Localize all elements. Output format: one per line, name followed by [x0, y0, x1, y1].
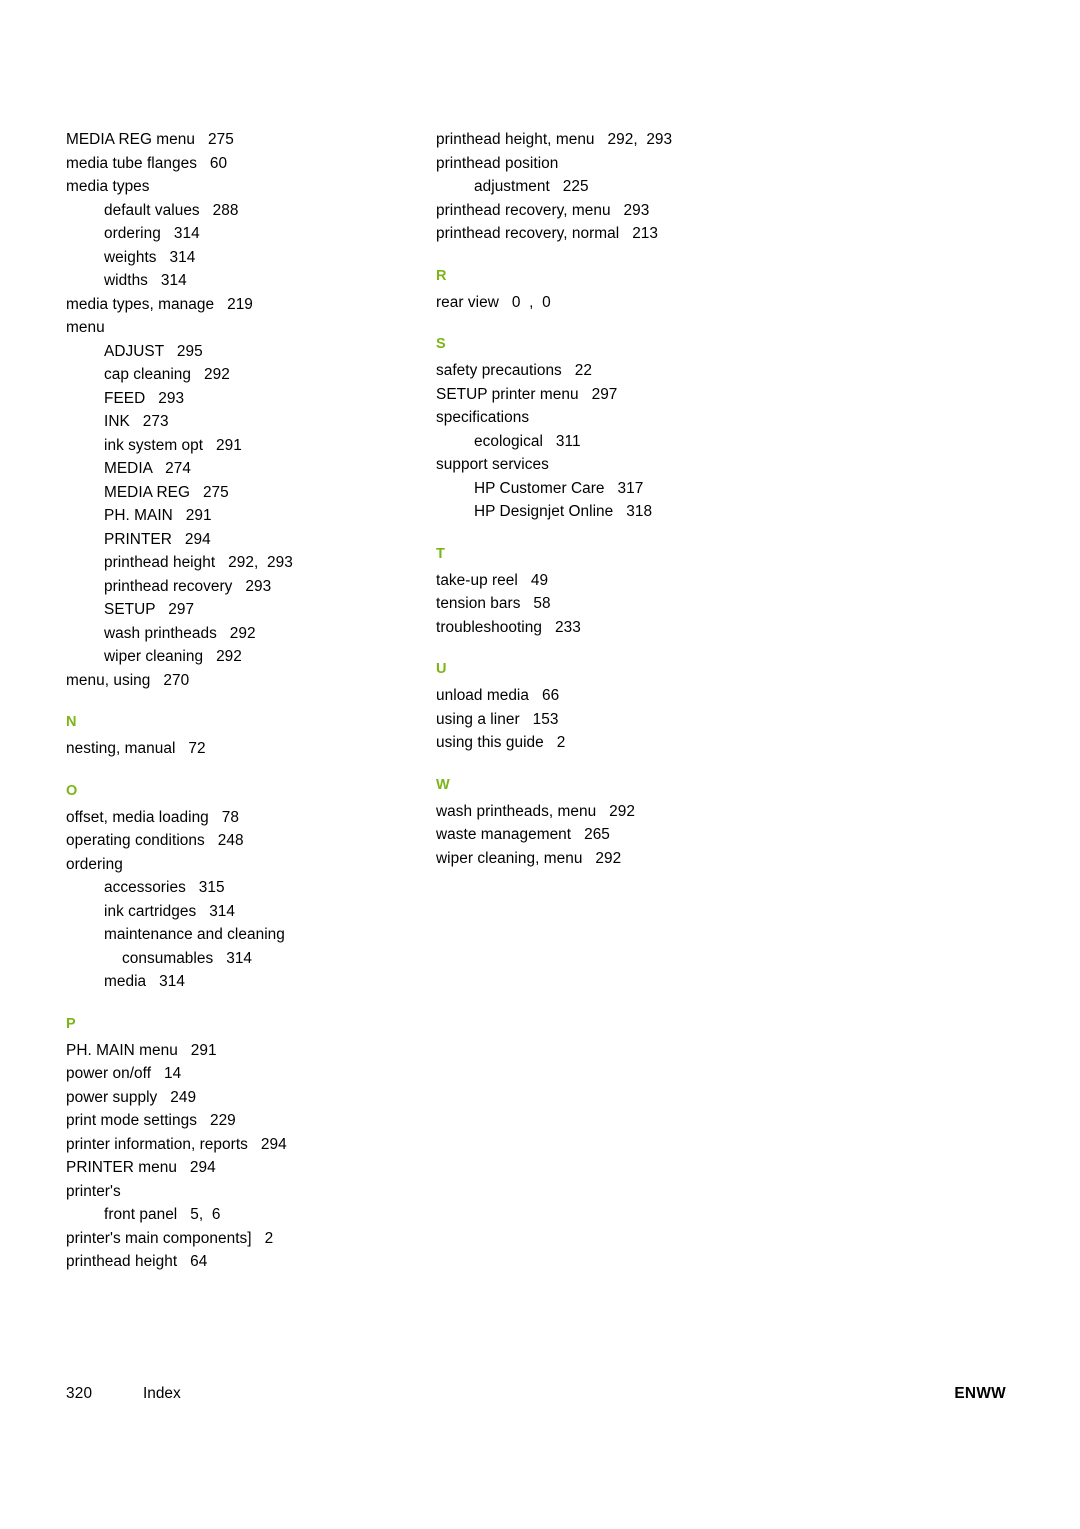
- index-entry: widths 314: [104, 272, 187, 289]
- index-entry: SETUP printer menu 297: [436, 385, 618, 403]
- index-page: MEDIA REG menu 275 media tube flanges 60 m…: [0, 0, 1080, 1529]
- index-entry: FEED 293: [104, 389, 185, 407]
- footer-page-number: 320: [66, 1385, 93, 1402]
- index-entry: adjustment 225: [474, 178, 589, 195]
- index-entry: PRINTER 294: [104, 530, 211, 548]
- index-entry: ink system opt 291: [104, 436, 242, 454]
- index-entry: accessories 315: [104, 879, 225, 896]
- index-entry: INK 273: [104, 413, 169, 430]
- left-column: MEDIA REG menu 275 media tube flanges 60 m…: [66, 128, 366, 1274]
- section-letter-u: U: [436, 661, 447, 677]
- index-entry: offset, media loading 78: [66, 808, 239, 826]
- index-entry: printhead position: [436, 154, 559, 172]
- index-entry: print mode settings 229: [66, 1112, 236, 1129]
- section-letter-s: S: [436, 336, 446, 352]
- index-entry: PRINTER menu 294: [66, 1159, 216, 1176]
- index-entry: printhead height 292, 293: [104, 554, 293, 571]
- index-entry: printer's main components] 2: [66, 1229, 274, 1247]
- index-entry: MEDIA REG menu 275: [66, 131, 234, 148]
- index-entry: PH. MAIN menu 291: [66, 1041, 217, 1059]
- index-entry: menu: [66, 319, 105, 336]
- index-entry: nesting, manual 72: [66, 740, 206, 757]
- index-entry: consumables 314: [122, 949, 253, 967]
- index-entry: media 314: [104, 973, 185, 990]
- index-entry: media tube flanges 60: [66, 154, 228, 172]
- index-entry: ordering 314: [104, 225, 200, 242]
- index-entry: default values 288: [104, 201, 239, 219]
- index-entry: specifications: [436, 409, 530, 426]
- index-entry: ink cartridges 314: [104, 902, 236, 920]
- section-letter-n: N: [66, 714, 77, 730]
- index-entry: using a liner 153: [436, 710, 559, 728]
- index-entry: maintenance and cleaning: [104, 926, 285, 943]
- index-entry: wiper cleaning, menu 292: [436, 849, 622, 867]
- index-entry: MEDIA REG 275: [104, 483, 229, 501]
- footer-section-label: Index: [143, 1385, 181, 1402]
- index-entry: printer information, reports 294: [66, 1135, 287, 1153]
- section-letter-r: R: [436, 267, 447, 284]
- index-entry: ordering: [66, 855, 123, 873]
- index-entry: unload media 66: [436, 687, 560, 704]
- index-entry: SETUP 297: [104, 601, 195, 618]
- right-column: printhead height, menu 292, 293 printhead…: [436, 128, 766, 1274]
- index-entry: printhead height, menu 292, 293: [436, 131, 673, 148]
- index-entry: media types, manage 219: [66, 295, 253, 313]
- index-entry: ecological 311: [474, 432, 581, 450]
- index-entry: troubleshooting 233: [436, 618, 581, 636]
- index-entry: operating conditions 248: [66, 832, 244, 849]
- section-letter-p: P: [66, 1015, 76, 1032]
- index-entry: ADJUST 295: [104, 342, 203, 360]
- index-entry: rear view 0 , 0: [436, 293, 551, 311]
- index-entry: support services: [436, 456, 549, 473]
- footer-enww-label: ENWW: [954, 1385, 1006, 1402]
- index-entry: using this guide 2: [436, 734, 566, 751]
- index-columns: MEDIA REG menu 275 media tube flanges 60 m…: [66, 128, 1006, 1274]
- index-entry: media types: [66, 178, 150, 195]
- index-entry: safety precautions 22: [436, 362, 593, 379]
- index-entry: wiper cleaning 292: [104, 648, 242, 665]
- index-entry: printhead recovery, normal 213: [436, 225, 659, 242]
- index-entry: HP Designjet Online 318: [474, 503, 653, 520]
- index-entry: PH. MAIN 291: [104, 507, 212, 524]
- index-entry: power supply 249: [66, 1088, 197, 1106]
- index-entry: cap cleaning 292: [104, 366, 230, 383]
- index-entry: printhead recovery, menu 293: [436, 201, 650, 219]
- index-entry: take-up reel 49: [436, 571, 549, 589]
- index-entry: printhead recovery 293: [104, 577, 272, 595]
- index-entry: tension bars 58: [436, 595, 551, 612]
- index-entry: printhead height 64: [66, 1253, 208, 1270]
- section-letter-w: W: [436, 776, 450, 793]
- index-entry: printer's: [66, 1182, 121, 1200]
- index-entry: wash printheads 292: [104, 624, 256, 642]
- section-letter-t: T: [436, 545, 446, 562]
- index-entry: waste management 265: [436, 826, 610, 843]
- index-entry: HP Customer Care 317: [474, 479, 644, 497]
- index-entry: wash printheads, menu 292: [436, 802, 635, 820]
- section-letter-o: O: [66, 782, 78, 799]
- index-entry: weights 314: [104, 248, 196, 266]
- index-entry: MEDIA 274: [104, 460, 191, 477]
- index-entry: power on/off 14: [66, 1065, 182, 1082]
- index-entry: menu, using 270: [66, 671, 190, 689]
- index-entry: front panel 5, 6: [104, 1206, 221, 1223]
